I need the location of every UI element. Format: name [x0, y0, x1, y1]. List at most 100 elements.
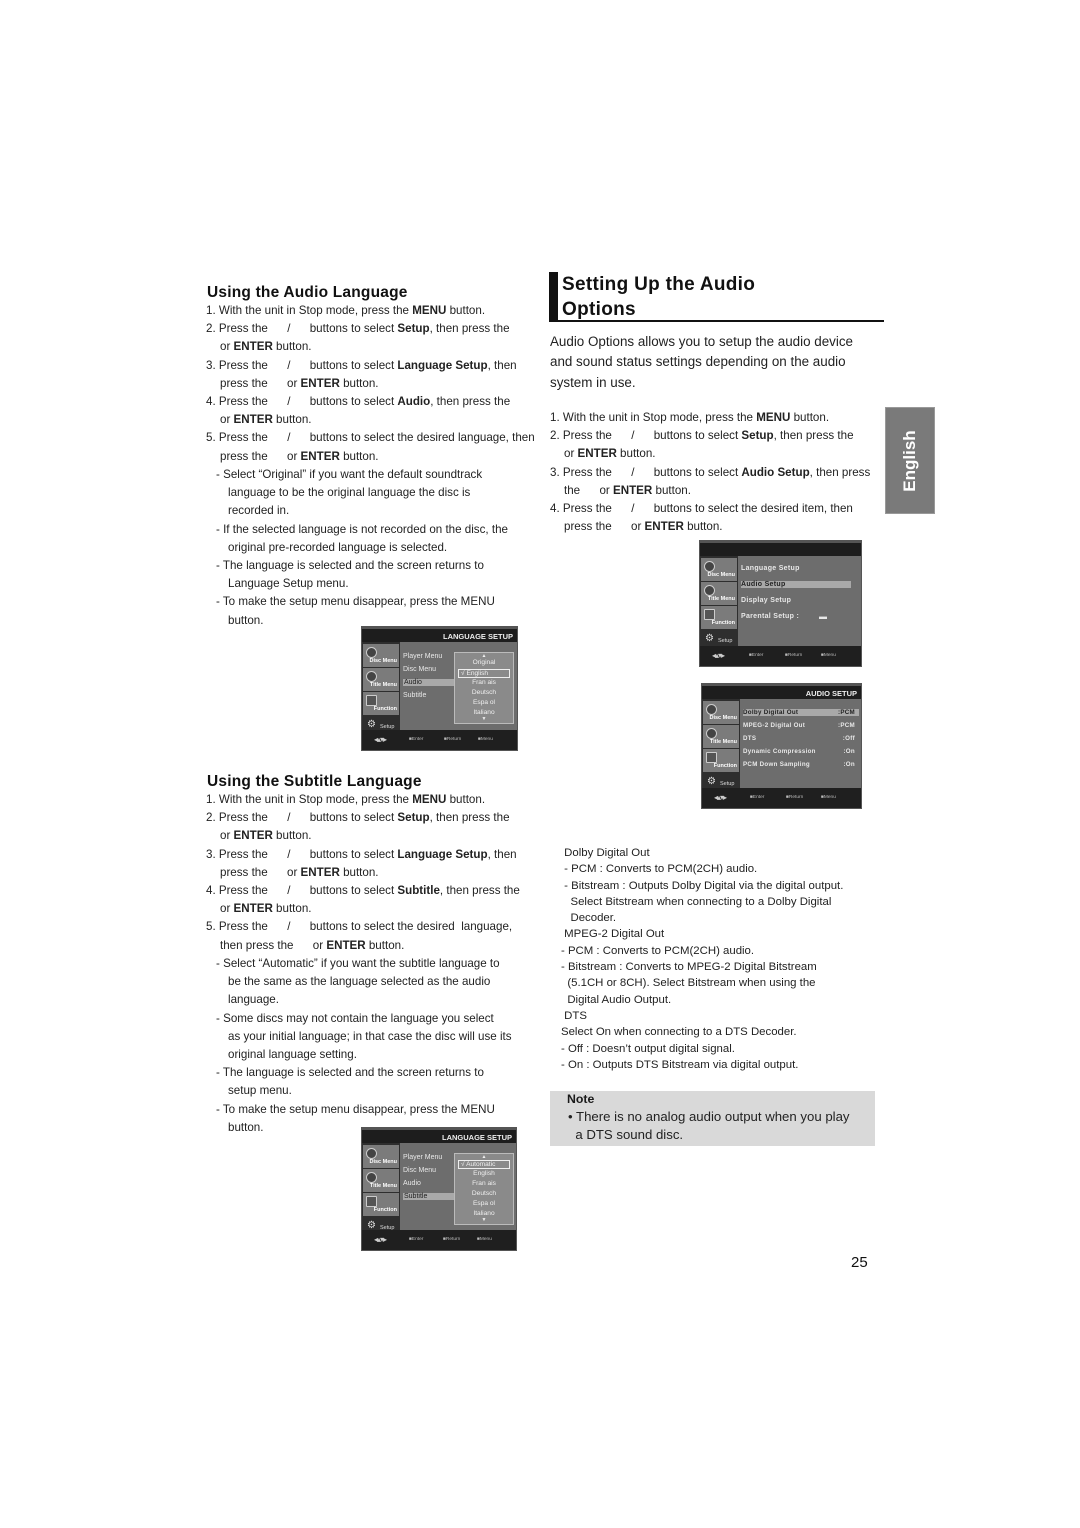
description-line: Select On when connecting to a DTS Decod… — [561, 1026, 797, 1039]
osd-item-label: Dynamic Compression — [743, 748, 816, 755]
note-line: setup menu. — [228, 1084, 292, 1098]
audio-language-notes: - Select “Original” if you want the defa… — [206, 466, 536, 630]
note-line: recorded in. — [228, 504, 290, 518]
step-line: 5. Press the / buttons to select the des… — [206, 918, 520, 936]
step-line: 3. Press the / buttons to select Languag… — [206, 357, 535, 375]
step-text: 2. Press the / buttons to select — [206, 811, 398, 825]
menu-hint: ■Menu — [821, 653, 836, 658]
title-menu-icon — [706, 728, 717, 739]
osd-option: √ Automatic — [458, 1160, 510, 1169]
step-keyword: MENU — [756, 411, 791, 424]
step-keyword: ENTER — [233, 829, 273, 843]
step-line: 3. Press the / buttons to select Audio S… — [550, 464, 870, 482]
nav-arrows-icon: ◂▴▾▸ — [712, 651, 725, 660]
note-line: language to be the original language the… — [228, 486, 471, 500]
step-text: press the or — [220, 376, 301, 390]
step-text: button. — [339, 376, 379, 390]
step-text: , then press the — [773, 429, 854, 443]
step-keyword: ENTER — [612, 483, 653, 497]
osd-side-tabs: Disc Menu Title Menu Function ⚙ Setup — [702, 699, 740, 788]
audio-option-descriptions: Dolby Digital Out - PCM : Converts to PC… — [561, 845, 843, 1073]
disc-menu-icon — [366, 647, 377, 658]
note-line: original language setting. — [228, 1048, 357, 1062]
step-text: button. — [365, 938, 405, 952]
step-keyword: ENTER — [300, 376, 340, 390]
audio-language-heading: Using the Audio Language — [207, 284, 408, 301]
osd-menu-item: MPEG-2 Digital Out:PCM — [743, 722, 859, 729]
osd-option: Espa ol — [473, 1200, 495, 1207]
osd-side-tab: Title Menu — [363, 668, 399, 691]
osd-option: Espa ol — [473, 699, 495, 706]
return-hint: ■Return — [785, 653, 803, 658]
step-text: button. — [339, 449, 379, 463]
description-line: Dolby Digital Out — [561, 847, 650, 859]
step-line: or ENTER button. — [206, 900, 520, 918]
osd-setup-menu: Disc Menu Title Menu Function ⚙ Setup Langua… — [699, 540, 862, 667]
osd-menu-item: Audio — [403, 679, 456, 686]
nav-arrows-icon: ◂▴▾▸ — [714, 793, 727, 802]
enter-hint: ■Enter — [749, 653, 764, 658]
step-text: button. — [652, 483, 691, 497]
step-text: then press the or — [220, 938, 327, 952]
osd-side-tab-label: Title Menu — [707, 596, 735, 602]
step-text: button. — [272, 902, 312, 916]
osd-side-tab: Title Menu — [701, 582, 737, 605]
gear-icon: ⚙ — [367, 719, 376, 730]
step-keyword: ENTER — [326, 938, 366, 952]
step-line: 4. Press the / buttons to select Audio, … — [206, 393, 535, 411]
step-text: button. — [790, 411, 830, 424]
step-text: or — [220, 340, 234, 354]
title-menu-icon — [704, 585, 715, 596]
step-line: 1. With the unit in Stop mode, press the… — [206, 302, 535, 320]
description-line: DTS — [561, 1009, 587, 1022]
title-menu-icon — [366, 1172, 377, 1183]
step-line: 3. Press the / buttons to select Languag… — [206, 846, 520, 864]
step-line: 5. Press the / buttons to select the des… — [206, 429, 535, 447]
step-keyword: Subtitle — [397, 884, 440, 898]
step-keyword: ENTER — [233, 340, 273, 354]
osd-menu-item: Parental Setup : — [741, 613, 800, 620]
osd-menu-item: Display Setup — [741, 597, 792, 604]
step-keyword: ENTER — [644, 520, 684, 534]
osd-item-value: :Off — [842, 735, 855, 742]
osd-item-label: PCM Down Sampling — [743, 761, 810, 768]
section-title-line2: Options — [562, 299, 636, 320]
osd-side-tab: Title Menu — [703, 725, 739, 748]
step-text: button. — [446, 304, 486, 317]
step-keyword: ENTER — [300, 449, 340, 463]
osd-menu-item: Audio Setup — [741, 581, 851, 588]
step-text: press the or — [220, 865, 301, 879]
step-text: , then press — [809, 465, 871, 479]
step-text: , then press the — [429, 322, 510, 336]
osd-menu-item: Disc Menu — [403, 1167, 437, 1174]
step-text: or — [220, 413, 234, 427]
osd-footer: ◂▴▾▸ ■Enter ■Return ■Menu — [362, 730, 517, 750]
osd-setup-label: Setup — [720, 781, 735, 787]
step-text: or — [220, 829, 234, 843]
osd-main: Dolby Digital Out:PCM MPEG-2 Digital Out:… — [740, 699, 861, 788]
language-tab: English — [885, 407, 935, 514]
return-hint: ■Return — [444, 737, 462, 742]
step-text: button. — [272, 340, 312, 354]
menu-hint: ■Menu — [477, 1237, 492, 1242]
step-text: button. — [339, 865, 379, 879]
osd-side-tab: Disc Menu — [363, 644, 399, 667]
note-line: a DTS sound disc. — [568, 1127, 684, 1142]
osd-item-value: :PCM — [837, 722, 855, 729]
subtitle-language-notes: - Select “Automatic” if you want the sub… — [206, 955, 536, 1137]
section-title: Setting Up the Audio Options — [549, 272, 884, 322]
osd-side-tab-label: Disc Menu — [709, 715, 737, 721]
step-text: 1. With the unit in Stop mode, press the — [206, 793, 413, 806]
note-line: - Some discs may not contain the languag… — [216, 1011, 494, 1025]
step-text: 2. Press the / buttons to select — [550, 429, 742, 443]
function-icon — [704, 609, 715, 620]
intro-paragraph: Audio Options allows you to setup the au… — [550, 332, 853, 393]
step-line: or ENTER button. — [206, 411, 535, 429]
osd-option: Fran ais — [472, 679, 496, 686]
note-line: - The language is selected and the scree… — [216, 1066, 484, 1080]
step-line: or ENTER button. — [550, 445, 870, 463]
function-icon — [366, 695, 377, 706]
step-text: 3. Press the / buttons to select — [206, 847, 398, 861]
note-line: • There is no analog audio output when y… — [568, 1109, 850, 1124]
intro-line: system in use. — [550, 374, 636, 390]
